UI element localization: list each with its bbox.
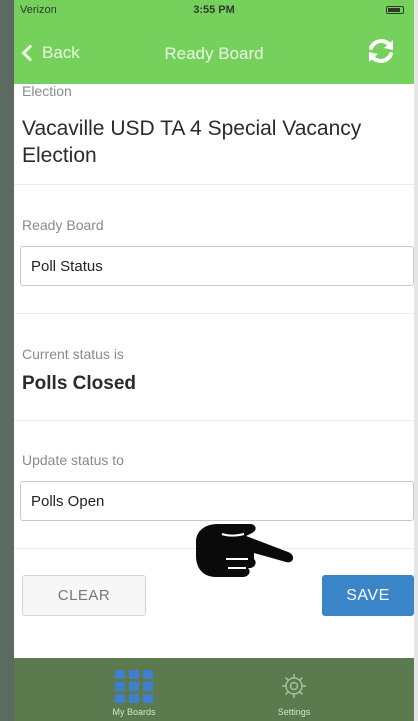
current-status-value: Polls Closed	[22, 373, 137, 394]
page-title: Ready Board	[164, 44, 264, 63]
app-header: Verizon 3:55 PM Back Ready Board	[14, 0, 414, 84]
tab-bar: My Boards Settings	[14, 658, 414, 721]
divider	[14, 420, 414, 421]
save-button[interactable]: SAVE	[322, 575, 414, 616]
divider	[14, 184, 414, 185]
status-bar: Verizon 3:55 PM	[14, 0, 414, 20]
ready-board-select[interactable]: Poll Status	[20, 246, 414, 286]
election-label: Election	[22, 83, 72, 99]
tab-label: Settings	[277, 707, 311, 717]
phone-screen: Verizon 3:55 PM Back Ready Board Electio…	[14, 0, 414, 721]
gear-icon	[282, 674, 306, 698]
pointing-hand-icon	[196, 524, 294, 577]
right-edge	[414, 0, 418, 721]
divider	[14, 313, 414, 314]
left-edge	[0, 0, 14, 721]
election-name: Vacaville USD TA 4 Special Vacancy Elect…	[22, 117, 362, 167]
current-status-label: Current status is	[22, 346, 124, 362]
clear-button[interactable]: CLEAR	[22, 575, 146, 616]
tab-my-boards[interactable]: My Boards	[54, 658, 214, 721]
tab-label: My Boards	[112, 707, 156, 717]
battery-icon	[386, 6, 404, 14]
ready-board-label: Ready Board	[22, 217, 104, 233]
tab-settings[interactable]: Settings	[214, 658, 374, 721]
status-time: 3:55 PM	[193, 4, 235, 16]
refresh-icon[interactable]	[366, 36, 396, 66]
grid-icon	[115, 670, 153, 704]
screenshot-frame: Verizon 3:55 PM Back Ready Board Electio…	[0, 0, 418, 721]
update-status-label: Update status to	[22, 452, 124, 468]
